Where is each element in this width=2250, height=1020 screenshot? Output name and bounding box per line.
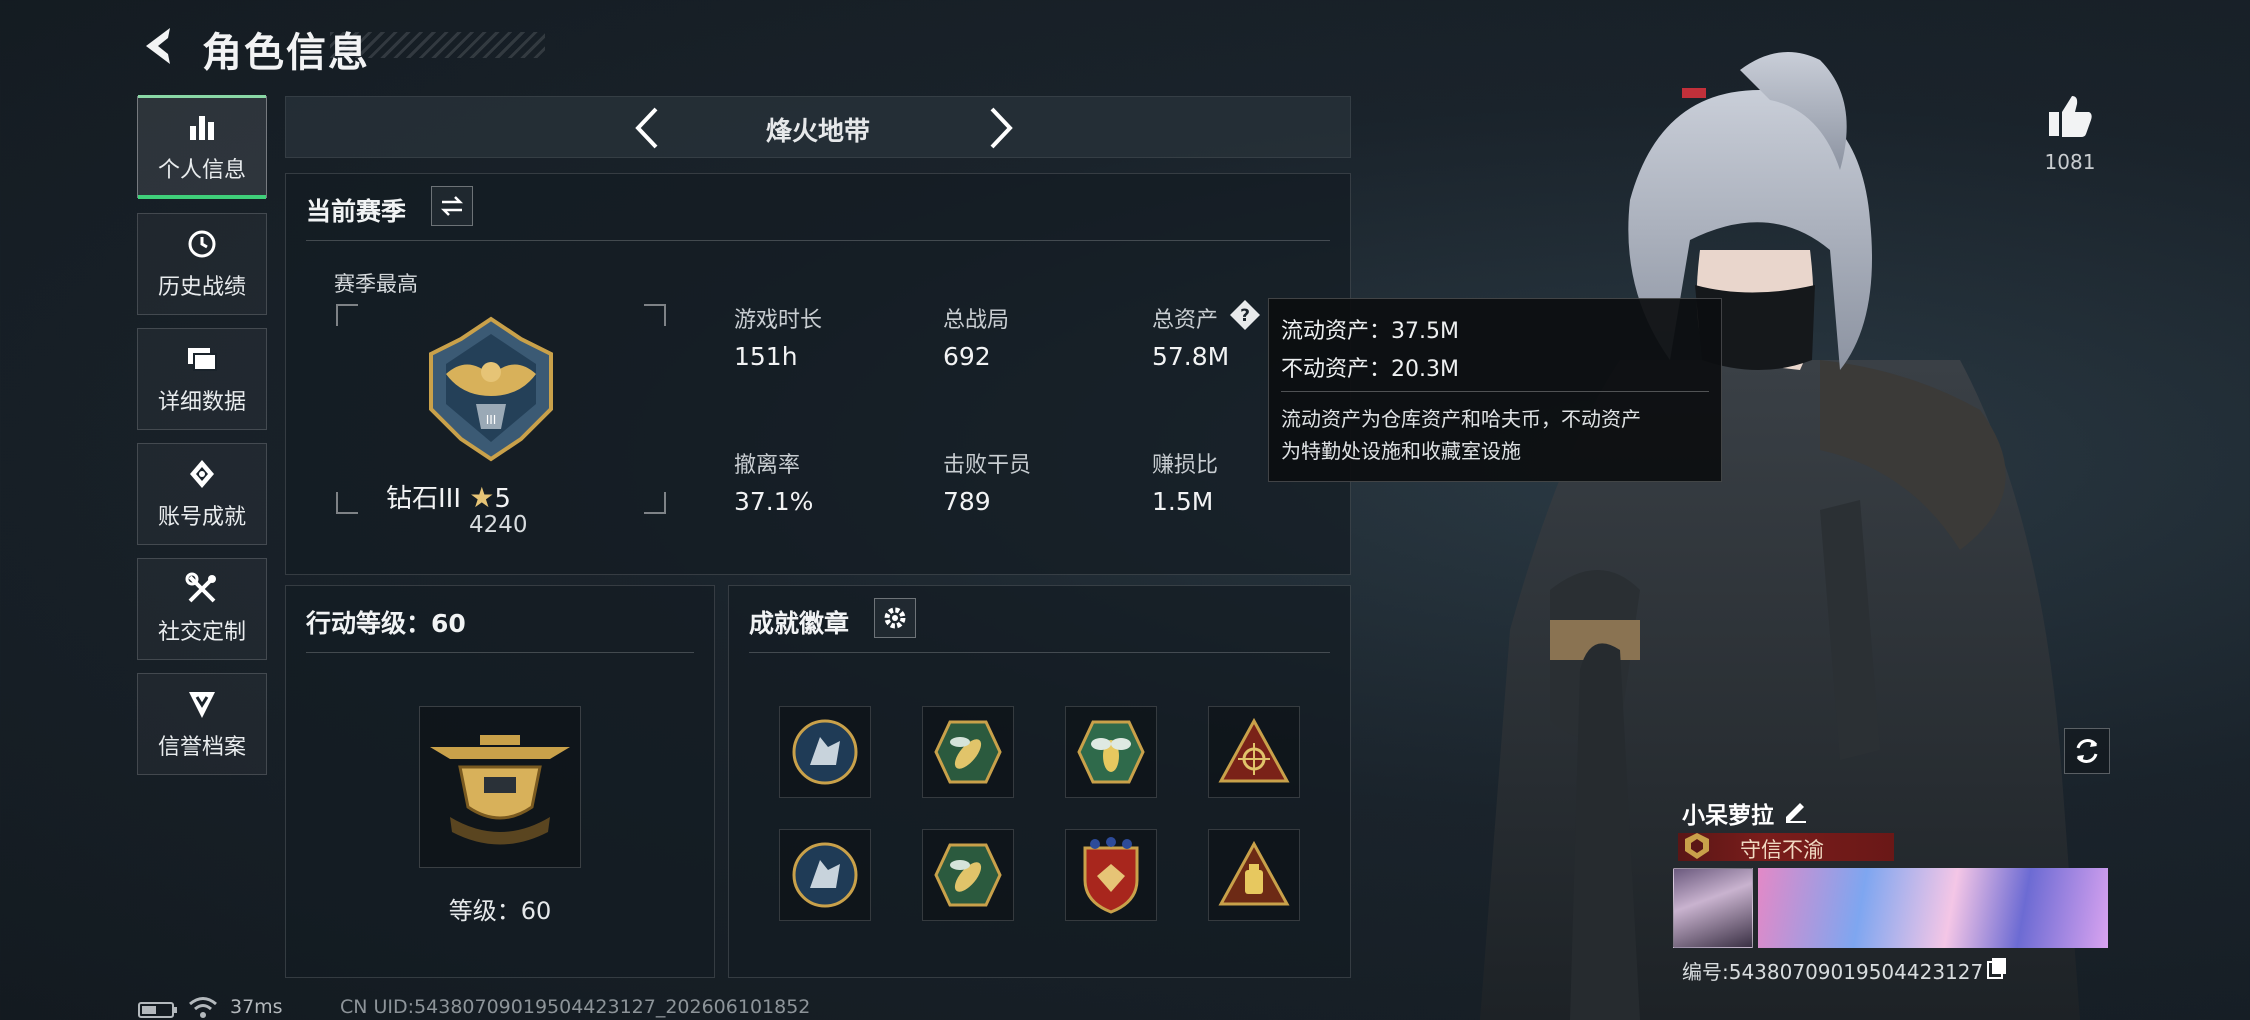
nav-label: 账号成就: [157, 505, 246, 530]
folders-icon: [185, 342, 219, 376]
divider: [306, 240, 1330, 241]
season-panel: 当前赛季 赛季最高 III 钻石III ★5 4240 游戏时长 151h 总战…: [285, 173, 1351, 575]
eagle-shield-badge-icon[interactable]: [1065, 829, 1157, 921]
nav-item-social[interactable]: 社交定制: [137, 558, 267, 660]
rank-points: 4240: [469, 512, 528, 538]
shield-icon: [185, 687, 219, 721]
stat-label: 赚损比: [1152, 453, 1219, 478]
star-icon: ★: [469, 481, 495, 514]
svg-text:III: III: [486, 413, 497, 427]
stat-value: 789: [943, 487, 991, 516]
nav-item-history[interactable]: 历史战绩: [137, 213, 267, 315]
stat-label: 击败干员: [943, 453, 1032, 478]
ping-text: 37ms: [230, 996, 283, 1018]
next-mode-button[interactable]: [976, 105, 1022, 151]
rank-name: 钻石III ★5: [386, 478, 511, 515]
stat-value: 57.8M: [1152, 342, 1230, 371]
stat-value: 151h: [734, 342, 798, 371]
mode-selector: 烽火地带: [285, 96, 1351, 158]
player-title: 守信不渝: [1740, 838, 1824, 862]
nav-label: 个人信息: [157, 158, 246, 183]
stat-label: 总资产: [1152, 308, 1219, 333]
stat-value: 692: [943, 342, 991, 371]
battery-icon: [138, 1002, 178, 1018]
divider: [749, 652, 1330, 653]
gear-icon: [884, 607, 906, 629]
profile-banner[interactable]: [1758, 868, 2108, 948]
mode-title: 烽火地带: [765, 117, 870, 147]
player-name: 小呆萝拉: [1682, 803, 1774, 829]
rank-name-text: 钻石III: [386, 484, 462, 514]
nav-label: 社交定制: [157, 620, 246, 645]
edit-name-icon[interactable]: [1782, 797, 1808, 823]
like-count: 1081: [2044, 150, 2096, 174]
achievement-badges-panel: 成就徽章: [728, 585, 1351, 978]
section-title: 当前赛季: [306, 197, 407, 226]
bar-chart-icon: [185, 110, 219, 144]
stat-label: 游戏时长: [734, 308, 823, 333]
diamond-rank-emblem-icon: III: [416, 314, 566, 468]
achievement-icon: [185, 457, 219, 491]
nav-item-reputation[interactable]: 信誉档案: [137, 673, 267, 775]
rotate-model-button[interactable]: [2064, 728, 2110, 774]
stat-value: 37.1%: [734, 487, 814, 516]
nav-item-details[interactable]: 详细数据: [137, 328, 267, 430]
tooltip-description-line: 流动资产为仓库资产和哈夫币，不动资产: [1281, 407, 1641, 431]
crosshair-badge-icon[interactable]: [1208, 706, 1300, 798]
nav-label: 详细数据: [157, 390, 246, 415]
liquid-assets-text: 流动资产：37.5M: [1281, 319, 1459, 344]
section-title: 成就徽章: [749, 609, 850, 638]
svg-text:?: ?: [1240, 306, 1250, 326]
rank-stars: 5: [494, 484, 511, 514]
wolf-badge-icon[interactable]: [779, 829, 871, 921]
nav-item-achievements[interactable]: 账号成就: [137, 443, 267, 545]
section-title: 行动等级：60: [306, 609, 466, 638]
tools-icon: [185, 572, 219, 606]
stat-label: 总战局: [943, 308, 1010, 333]
badge-settings-button[interactable]: [874, 598, 916, 638]
level-emblem-icon: [419, 706, 581, 868]
thumbs-up-icon[interactable]: [2045, 92, 2095, 142]
wifi-icon: [188, 995, 218, 1019]
level-label: 等级：60: [448, 897, 552, 925]
asset-tooltip: 流动资产：37.5M 不动资产：20.3M 流动资产为仓库资产和哈夫币，不动资产…: [1268, 298, 1722, 482]
swap-icon: [440, 196, 464, 216]
tooltip-description-line: 为特勤处设施和收藏室设施: [1281, 439, 1521, 463]
stat-value: 1.5M: [1152, 487, 1214, 516]
lantern-badge-icon[interactable]: [1208, 829, 1300, 921]
uid-text: CN UID:5438070901950442312​7_20260610185…: [340, 996, 811, 1018]
history-icon: [185, 227, 219, 261]
action-level-panel: 行动等级：60 等级：60: [285, 585, 715, 978]
season-best-label: 赛季最高: [334, 272, 418, 296]
rotate-icon: [2076, 739, 2098, 763]
switch-season-button[interactable]: [431, 186, 473, 226]
nav-label: 历史战绩: [157, 275, 246, 300]
help-icon[interactable]: ?: [1228, 298, 1262, 332]
divider: [306, 652, 694, 653]
title-emblem-icon: [1682, 831, 1712, 861]
wasp-badge-icon[interactable]: [922, 706, 1014, 798]
copy-icon[interactable]: [1986, 956, 2008, 980]
back-button[interactable]: [138, 24, 182, 68]
avatar[interactable]: [1673, 868, 1753, 948]
title-decoration: [330, 32, 545, 58]
wasp-badge-icon[interactable]: [922, 829, 1014, 921]
tooltip-divider: [1281, 391, 1709, 392]
stat-label: 撤离率: [734, 453, 801, 478]
fixed-assets-text: 不动资产：20.3M: [1281, 357, 1459, 382]
bee-badge-icon[interactable]: [1065, 706, 1157, 798]
nav-label: 信誉档案: [157, 735, 246, 760]
nav-item-personal-info[interactable]: 个人信息: [137, 95, 267, 199]
wolf-badge-icon[interactable]: [779, 706, 871, 798]
player-id: 编号:5438070901950442312​7: [1682, 960, 1984, 984]
